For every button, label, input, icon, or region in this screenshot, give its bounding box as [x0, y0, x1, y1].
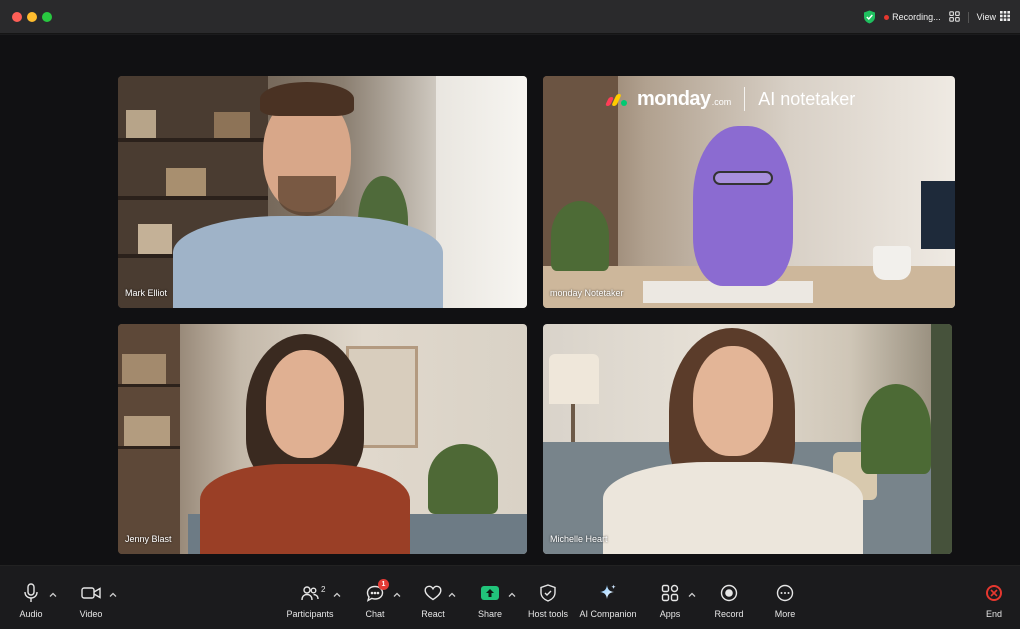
host-tools-button[interactable]: Host tools	[518, 583, 578, 625]
audio-options-chevron-up-icon[interactable]	[48, 587, 58, 597]
record-label: Record	[714, 609, 744, 619]
ai-companion-button[interactable]: AI Companion	[578, 583, 638, 625]
heart-icon	[423, 583, 443, 603]
encryption-shield-icon[interactable]	[863, 10, 876, 24]
share-options-chevron-up-icon[interactable]	[507, 587, 517, 597]
react-label: React	[421, 609, 445, 619]
curtain	[931, 324, 952, 554]
close-window-button[interactable]	[12, 12, 22, 22]
meeting-status-area: Recording... View	[863, 8, 1020, 26]
monday-ai-notetaker-logo: monday .com AI notetaker	[604, 86, 856, 112]
video-tile-jenny-blast[interactable]: Jenny Blast	[118, 324, 527, 554]
plant	[428, 444, 498, 514]
chat-unread-badge: 1	[378, 579, 389, 590]
participants-icon: 2	[300, 583, 325, 603]
participants-button[interactable]: 2 Participants	[280, 583, 340, 625]
plant	[861, 384, 931, 474]
host-shield-icon	[538, 583, 558, 603]
react-options-chevron-up-icon[interactable]	[447, 587, 457, 597]
more-label: More	[774, 609, 796, 619]
video-options-chevron-up-icon[interactable]	[108, 587, 118, 597]
end-label: End	[985, 609, 1002, 619]
apps-label: Apps	[659, 609, 681, 619]
more-button[interactable]: More	[755, 583, 815, 625]
chat-label: Chat	[365, 609, 385, 619]
apps-icon	[660, 583, 680, 603]
participants-count: 2	[321, 585, 326, 594]
record-button[interactable]: Record	[699, 583, 759, 625]
lamp-shade	[549, 354, 599, 404]
view-button[interactable]: View	[977, 11, 1010, 23]
participants-label: Participants	[286, 609, 334, 619]
video-label: Video	[79, 609, 103, 619]
recording-label: Recording...	[892, 12, 941, 22]
zoom-window-button[interactable]	[42, 12, 52, 22]
participant-name: Michelle Heart	[550, 534, 608, 544]
person-face	[266, 350, 344, 458]
record-icon	[719, 583, 739, 603]
view-grid-icon	[1000, 11, 1010, 23]
brand-suffix: .com	[711, 96, 732, 107]
grid-layout-icon[interactable]	[948, 10, 960, 24]
video-gallery: Mark Elliot monday .com AI notetaker mon…	[0, 35, 1020, 565]
microphone-icon	[21, 583, 41, 603]
person-shirt	[603, 462, 863, 554]
meeting-toolbar: Audio Video 2 Participants 1 Chat React …	[0, 565, 1020, 629]
brand-word: monday	[637, 87, 711, 110]
chat-bubble-icon: 1	[365, 579, 389, 603]
video-tile-michelle-heart[interactable]: Michelle Heart	[543, 324, 952, 554]
share-label: Share	[477, 609, 503, 619]
apps-options-chevron-up-icon[interactable]	[687, 587, 697, 597]
video-tile-mark-elliot[interactable]: Mark Elliot	[118, 76, 527, 308]
mug	[873, 246, 911, 280]
sparkle-icon	[598, 583, 618, 603]
person-sweater	[200, 464, 410, 554]
host-tools-label: Host tools	[527, 609, 569, 619]
end-close-icon	[986, 585, 1002, 601]
more-ellipsis-icon	[775, 583, 795, 603]
participant-name: Mark Elliot	[125, 288, 168, 298]
participant-name: Jenny Blast	[125, 534, 172, 544]
audio-label: Audio	[19, 609, 43, 619]
recording-dot-icon	[884, 14, 890, 20]
video-camera-icon	[81, 583, 101, 603]
participant-name: monday Notetaker	[550, 288, 624, 298]
plant	[551, 201, 609, 271]
end-meeting-button[interactable]: End	[964, 583, 1020, 625]
view-label: View	[976, 12, 996, 22]
window-light	[436, 76, 527, 308]
chat-options-chevron-up-icon[interactable]	[392, 587, 402, 597]
beard	[278, 176, 336, 216]
llama-mascot	[693, 126, 793, 286]
product-name: AI notetaker	[758, 88, 856, 109]
ai-companion-label: AI Companion	[579, 609, 637, 619]
share-screen-icon	[481, 586, 499, 600]
recording-indicator[interactable]: Recording...	[884, 12, 941, 22]
monitor	[921, 181, 955, 249]
person-face	[693, 346, 773, 456]
video-tile-monday-notetaker[interactable]: monday .com AI notetaker monday Notetake…	[543, 76, 955, 308]
status-divider	[967, 11, 969, 23]
monday-logo-icon	[604, 92, 627, 106]
minimize-window-button[interactable]	[27, 12, 37, 22]
logo-divider	[744, 87, 746, 111]
participants-options-chevron-up-icon[interactable]	[332, 587, 342, 597]
person-shirt	[173, 216, 443, 308]
llama-glasses	[713, 171, 773, 185]
window-titlebar: Recording... View	[0, 0, 1020, 34]
